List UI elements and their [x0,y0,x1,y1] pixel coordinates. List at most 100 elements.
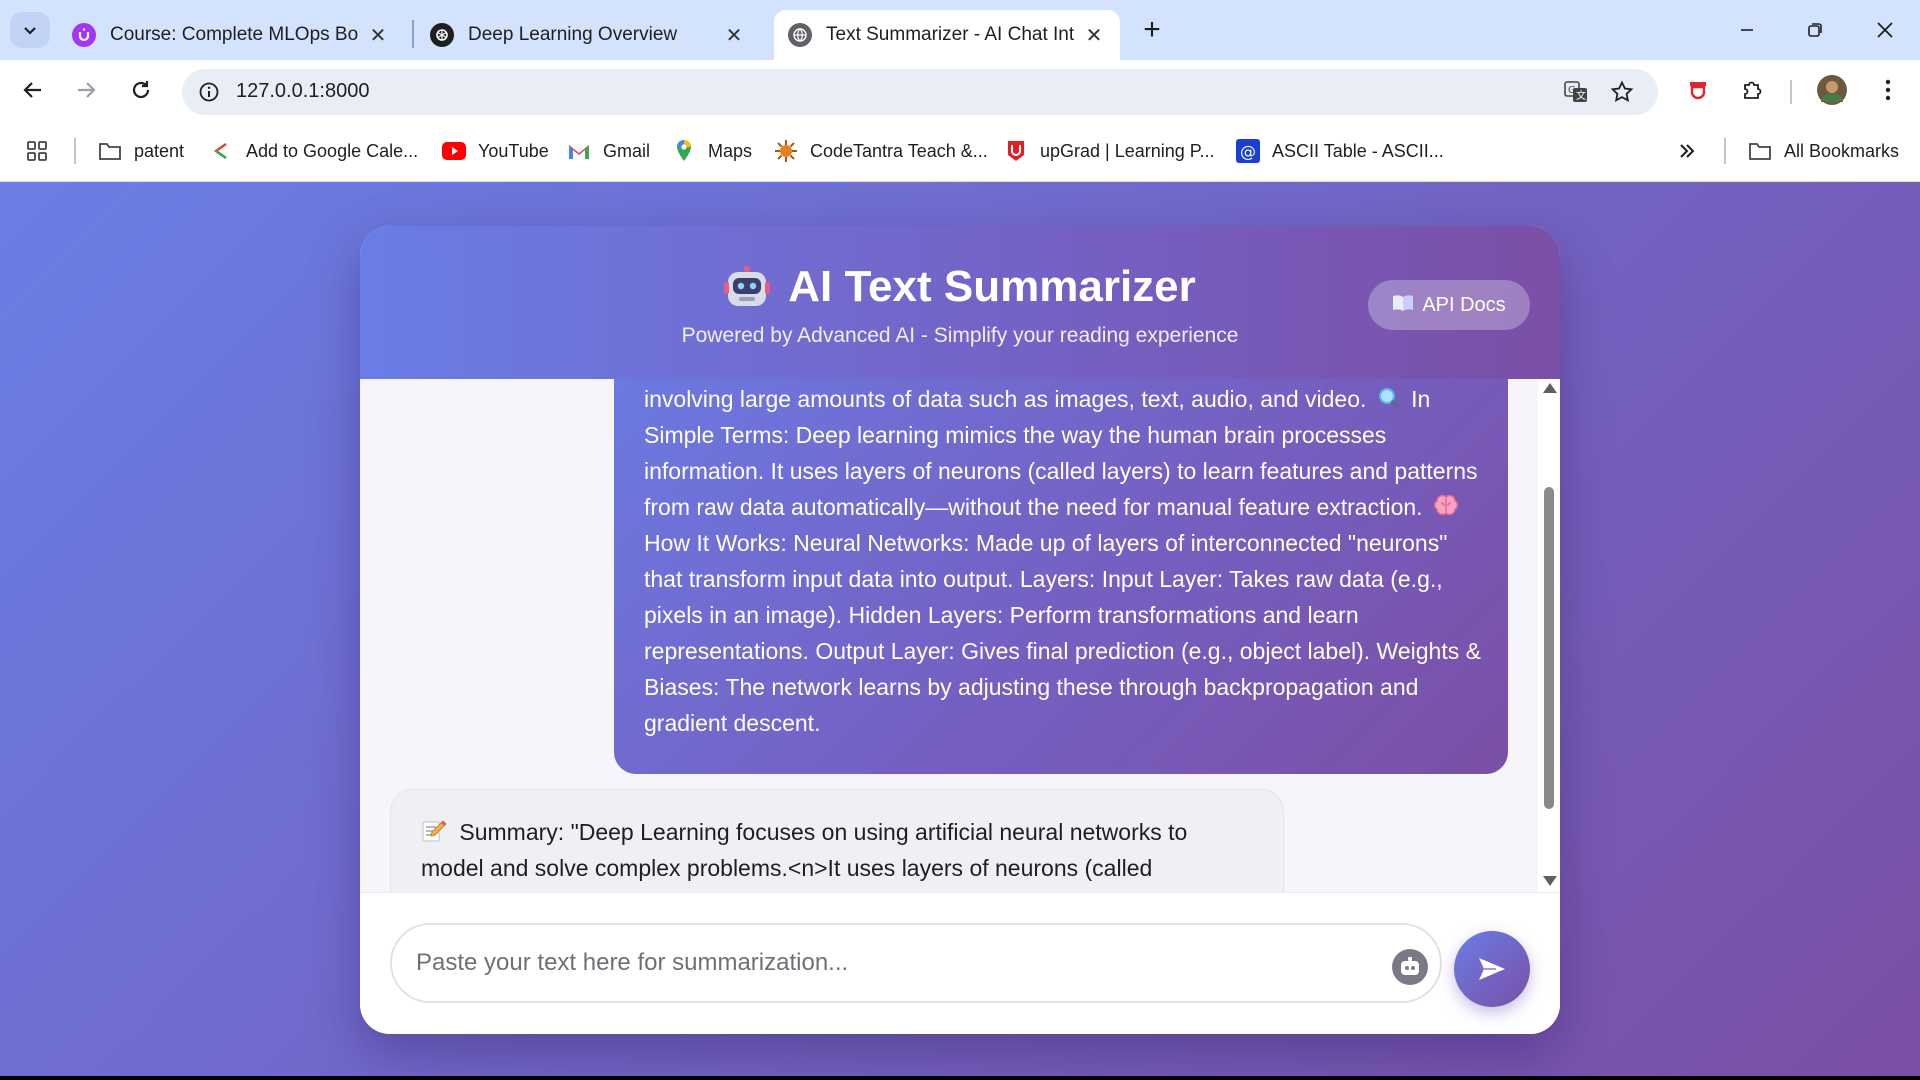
bookmark-codetantra[interactable]: CodeTantra Teach &... [774,136,988,166]
robot-icon [724,266,771,306]
extensions-puzzle-icon[interactable] [1734,72,1770,108]
bookmark-youtube[interactable]: YouTube [442,136,549,166]
tab-title: Course: Complete MLOps Bootc [110,24,358,45]
tab-mlops-course[interactable]: Course: Complete MLOps Bootc ✕ [58,10,404,60]
summarize-text-input[interactable] [390,923,1442,1003]
apps-grid-icon [27,141,47,161]
all-bookmarks-button[interactable]: All Bookmarks [1748,136,1899,166]
udemy-icon [72,23,96,47]
arrow-right-icon [78,82,96,98]
send-button[interactable] [1454,931,1530,1007]
api-docs-button[interactable]: API Docs [1368,280,1530,330]
maps-icon [672,139,696,163]
screen: Course: Complete MLOps Bootc ✕ Deep Lear… [0,0,1920,1080]
tab-strip: Course: Complete MLOps Bootc ✕ Deep Lear… [0,0,1920,60]
bot-message-text: Summary: "Deep Learning focuses on using… [421,819,1188,881]
restore-button[interactable] [1790,8,1840,52]
address-bar[interactable]: 127.0.0.1:8000 G文 [182,69,1658,115]
google-calendar-icon [210,139,234,163]
bookmarks-overflow-button[interactable] [1678,136,1696,166]
tab-text-summarizer[interactable]: Text Summarizer - AI Chat Interf ✕ [774,10,1120,60]
folder-icon [1748,139,1772,163]
more-menu-icon[interactable] [1870,72,1906,108]
close-icon [1877,22,1893,38]
all-bookmarks-label: All Bookmarks [1784,140,1900,161]
bookmark-label: CodeTantra Teach &... [810,140,988,161]
upgrad-icon [1004,139,1028,163]
tab-title: Deep Learning Overview [468,24,678,45]
bookmark-maps[interactable]: Maps [672,136,752,166]
book-icon [1392,294,1414,317]
bookmark-label: Gmail [603,140,651,161]
chat-scrollbar[interactable] [1538,379,1560,892]
user-message-text-part1: involving large amounts of data such as … [644,386,1367,412]
user-message: involving large amounts of data such as … [614,379,1508,774]
folder-icon [98,139,122,163]
page-subtitle: Powered by Advanced AI - Simplify your r… [681,324,1239,347]
bookmark-separator [74,138,76,164]
svg-text:文: 文 [1576,89,1586,102]
bookmark-label: ASCII Table - ASCII... [1272,140,1444,161]
bookmark-patent[interactable]: patent [98,136,184,166]
globe-icon [788,23,812,47]
site-info-icon[interactable] [194,77,224,107]
bot-message: Summary: "Deep Learning focuses on using… [390,789,1284,892]
assistant-bot-icon[interactable] [1392,949,1428,985]
close-icon[interactable]: ✕ [366,23,390,47]
toolbar-separator [1790,80,1792,104]
double-chevron-right-icon [1680,144,1695,158]
back-button[interactable] [12,69,54,111]
bookmark-upgrad[interactable]: upGrad | Learning P... [1004,136,1214,166]
star-icon[interactable] [1606,77,1638,107]
message-composer [360,892,1560,1034]
app-header: AI Text Summarizer Powered by Advanced A… [360,226,1560,379]
gmail-icon [567,139,591,163]
bookmark-label: Maps [708,140,753,161]
restore-icon [1808,23,1822,37]
scroll-down-arrow-icon[interactable] [1543,876,1557,886]
bookmark-label: upGrad | Learning P... [1040,140,1215,161]
reload-button[interactable] [120,69,162,111]
close-icon[interactable]: ✕ [1082,23,1106,47]
chat-card: AI Text Summarizer Powered by Advanced A… [360,226,1560,1034]
browser-toolbar: 127.0.0.1:8000 G文 [0,60,1920,120]
extension-shield-icon[interactable] [1680,72,1716,108]
memo-icon [421,817,447,842]
svg-text:@: @ [1240,142,1256,161]
tab-deep-learning-overview[interactable]: Deep Learning Overview ✕ [416,10,760,60]
youtube-icon [442,139,466,163]
user-message-text-part3: How It Works: Neural Networks: Made up o… [644,530,1481,736]
bookmark-label: Add to Google Cale... [246,140,419,161]
bookmark-label: YouTube [478,140,549,161]
forward-button[interactable] [65,69,107,111]
scroll-up-arrow-icon[interactable] [1543,383,1557,393]
bookmark-gmail[interactable]: Gmail [567,136,650,166]
chatgpt-icon [430,23,454,47]
close-icon[interactable]: ✕ [722,23,746,47]
minimize-icon [1741,29,1753,31]
bookmarks-bar: patent Add to Google Cale... YouTube Gma… [0,120,1920,182]
plus-icon: + [1143,13,1161,46]
page-title: AI Text Summarizer [788,262,1196,311]
url-text[interactable]: 127.0.0.1:8000 [236,80,369,103]
apps-grid-button[interactable] [26,136,48,166]
chat-messages[interactable]: involving large amounts of data such as … [360,379,1560,892]
close-window-button[interactable] [1860,8,1910,52]
reload-icon [132,81,150,99]
api-docs-label: API Docs [1422,293,1506,316]
bookmark-ascii-table[interactable]: @ ASCII Table - ASCII... [1236,136,1444,166]
brain-icon [1433,492,1459,516]
avatar[interactable] [1814,72,1850,108]
ascii-icon: @ [1236,139,1260,163]
tab-search-button[interactable] [10,12,50,48]
minimize-button[interactable] [1722,8,1772,52]
new-tab-button[interactable]: + [1134,12,1170,48]
bookmark-separator [1724,138,1726,164]
codetantra-icon [774,139,798,163]
chevron-down-icon [24,27,36,35]
page-viewport: AI Text Summarizer Powered by Advanced A… [0,182,1920,1076]
bookmark-google-calendar[interactable]: Add to Google Cale... [210,136,418,166]
translate-icon[interactable]: G文 [1560,77,1592,107]
screen-bottom-edge [0,1076,1920,1080]
scrollbar-thumb[interactable] [1544,487,1554,809]
